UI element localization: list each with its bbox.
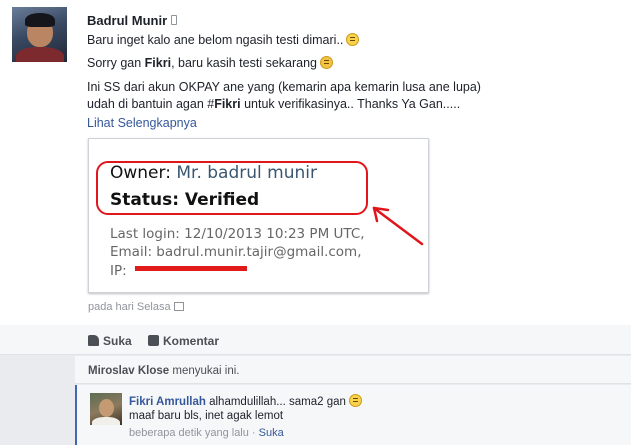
comment-text-2: maaf baru bls, inet agak lemot (129, 410, 284, 422)
ip-redaction-mark (134, 266, 247, 271)
post-text-line3: Ini SS dari akun OKPAY ane yang (kemarin… (87, 80, 481, 94)
mobile-icon (171, 15, 178, 25)
annotation-arrow-icon (372, 206, 424, 246)
email-text: Email: badrul.munir.tajir@gmail.com, (110, 244, 362, 260)
likes-text: Miroslav Klose menyukai ini. (88, 365, 239, 377)
mention-fikri[interactable]: Fikri (145, 56, 171, 70)
like-label: Suka (103, 334, 132, 348)
comment-icon (148, 335, 159, 346)
smile-emoji-icon (346, 33, 360, 46)
see-more-link[interactable]: Lihat Selengkapnya (87, 116, 197, 130)
action-bar: Suka Komentar (0, 325, 631, 355)
ip-label: IP: (110, 263, 127, 279)
thumbs-up-icon (88, 335, 99, 346)
commenter-avatar-body (92, 417, 120, 425)
comment-label: Komentar (163, 334, 220, 348)
comment-item: Fikri Amrullah alhamdulillah... sama2 ga… (75, 385, 631, 445)
post-line2-a: Sorry gan (87, 56, 145, 70)
avatar-shirt (16, 47, 64, 62)
post-timestamp[interactable]: pada hari Selasa (88, 301, 184, 313)
privacy-icon[interactable] (173, 302, 184, 311)
likes-summary: Miroslav Klose menyukai ini. (75, 356, 631, 384)
post-line2-b: , baru kasih testi sekarang (171, 56, 317, 70)
commenter-avatar-face (99, 399, 114, 417)
author-avatar[interactable] (12, 7, 67, 62)
comment-button[interactable]: Komentar (148, 334, 219, 348)
post-line4-b: untuk verifikasinya.. Thanks Ya Gan..... (240, 97, 461, 111)
post-author[interactable]: Badrul Munir (87, 13, 178, 28)
comment-meta-sep: · (248, 427, 259, 439)
post-text-line4: udah di bantuin agan #Fikri untuk verifi… (87, 97, 460, 111)
likes-suffix: menyukai ini. (169, 365, 240, 377)
smile-emoji-icon (348, 394, 362, 407)
commenter-name[interactable]: Fikri Amrullah (129, 396, 206, 408)
last-login-text: Last login: 12/10/2013 10:23 PM UTC, (110, 226, 365, 242)
tongue-emoji-icon (320, 56, 333, 69)
liker-name[interactable]: Miroslav Klose (88, 365, 169, 377)
timestamp-text[interactable]: pada hari Selasa (88, 301, 171, 313)
post-line4-a: udah di bantuin agan # (87, 97, 215, 111)
hashtag-fikri[interactable]: Fikri (214, 97, 240, 111)
commenter-avatar[interactable] (90, 393, 122, 425)
post-card: Badrul Munir Baru inget kalo ane belom n… (0, 0, 631, 325)
comment-first-line: Fikri Amrullah alhamdulillah... sama2 ga… (129, 394, 362, 408)
post-text-line2: Sorry gan Fikri, baru kasih testi sekara… (87, 56, 333, 70)
highlight-ring (96, 161, 368, 215)
author-name[interactable]: Badrul Munir (87, 13, 167, 28)
post-line1-text: Baru inget kalo ane belom ngasih testi d… (87, 33, 344, 47)
avatar-hair (25, 13, 55, 27)
comment-time[interactable]: beberapa detik yang lalu (129, 427, 249, 439)
ip-row: IP: (110, 263, 247, 279)
comment-meta: beberapa detik yang lalu · Suka (129, 427, 284, 439)
comment-like-link[interactable]: Suka (259, 427, 284, 439)
post-text-line1: Baru inget kalo ane belom ngasih testi d… (87, 33, 360, 47)
comment-text-1: alhamdulillah... sama2 gan (205, 396, 346, 408)
like-button[interactable]: Suka (88, 334, 132, 348)
